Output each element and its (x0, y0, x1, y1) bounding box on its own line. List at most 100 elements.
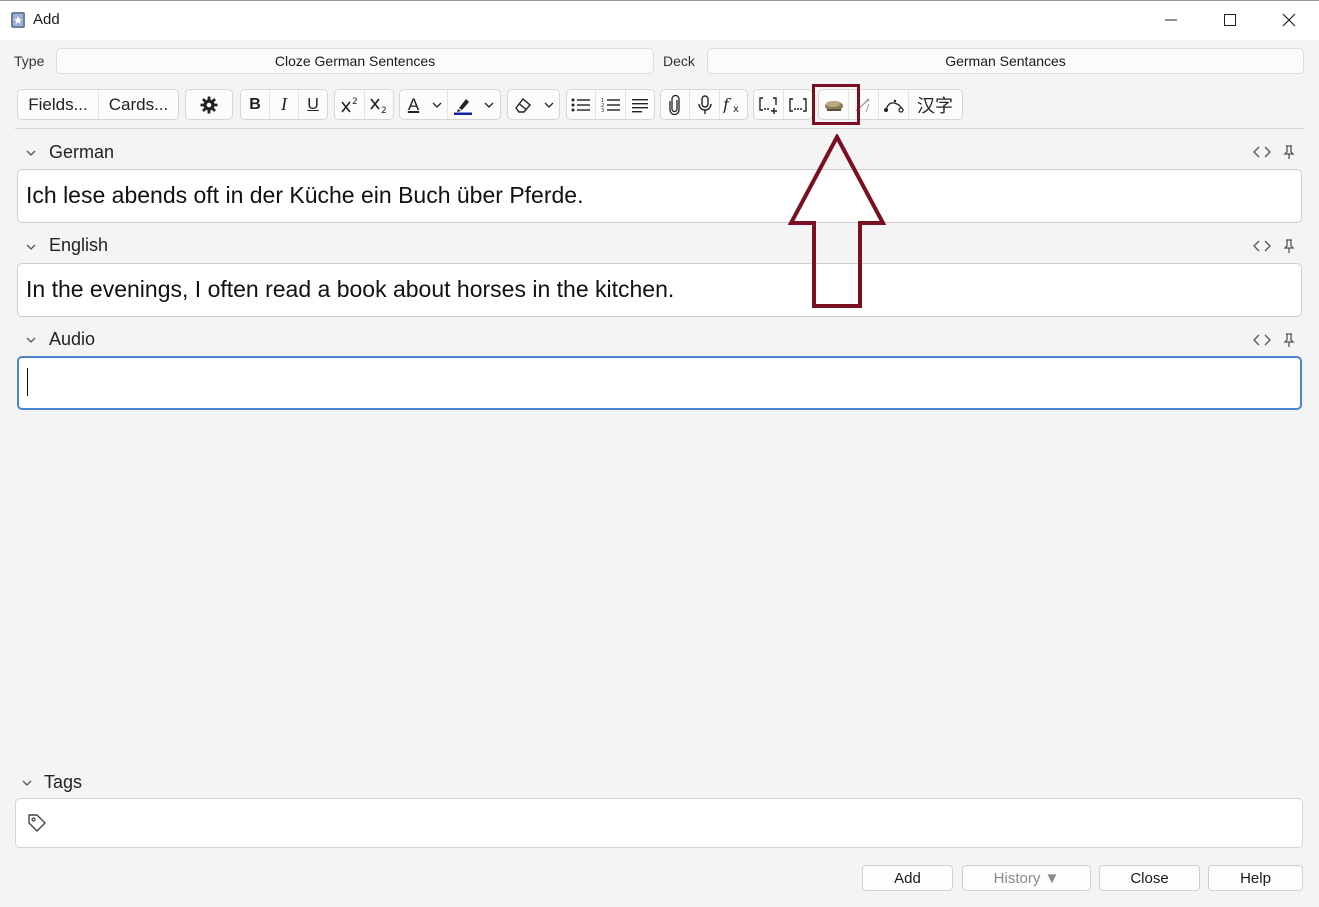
gear-icon (200, 96, 218, 113)
microphone-icon (697, 94, 712, 114)
svg-text:2: 2 (381, 106, 387, 114)
cloze-group (753, 89, 813, 120)
up-arrow-annotation-icon (788, 134, 886, 308)
app-icon (11, 12, 25, 28)
field-label-audio: Audio (49, 329, 96, 349)
list-group: 123 (566, 89, 655, 120)
field-icons-english (1253, 239, 1295, 253)
clear-format-dropdown[interactable] (538, 90, 559, 119)
maximize-icon (1224, 14, 1236, 26)
numbered-list-icon: 123 (601, 98, 620, 113)
highlight-icon (454, 98, 472, 115)
collapse-english-icon[interactable] (25, 242, 37, 252)
html-editor-icon[interactable] (1253, 145, 1271, 159)
cloze-add-icon (758, 96, 777, 114)
eraser-group (507, 89, 560, 120)
color-group: A (399, 89, 501, 120)
highlight-color-dropdown[interactable] (478, 90, 500, 119)
superscript-button[interactable]: 2 (335, 90, 365, 119)
attach-button[interactable] (661, 90, 690, 119)
align-icon (632, 98, 648, 112)
pin-icon[interactable] (1283, 145, 1295, 159)
path-button[interactable] (879, 90, 909, 119)
svg-text:f: f (723, 96, 732, 114)
svg-text:2: 2 (352, 97, 358, 107)
text-style-group: B I U (240, 89, 328, 120)
subscript-button[interactable]: 2 (365, 90, 393, 119)
cloze-same-button[interactable] (784, 90, 812, 119)
paperclip-icon (669, 94, 680, 115)
cloze-icon (789, 97, 807, 112)
svg-text:x: x (733, 104, 739, 114)
tag-icon (28, 814, 46, 832)
collapse-audio-icon[interactable] (25, 335, 37, 345)
cloze-new-button[interactable] (754, 90, 784, 119)
italic-button[interactable]: I (270, 90, 299, 119)
settings-group (185, 89, 233, 120)
field-icons-german (1253, 145, 1295, 159)
clear-format-button[interactable] (508, 90, 538, 119)
cards-button[interactable]: Cards... (99, 90, 178, 119)
field-editor-english[interactable]: In the evenings, I often read a book abo… (17, 263, 1302, 317)
history-button[interactable]: History ▼ (962, 865, 1091, 891)
pin-icon[interactable] (1283, 239, 1295, 253)
text-cursor (27, 368, 28, 396)
bullet-list-button[interactable] (567, 90, 596, 119)
script-group: 2 2 (334, 89, 394, 120)
settings-button[interactable] (186, 90, 232, 119)
bullet-list-icon (571, 98, 590, 111)
formula-button[interactable]: fx (720, 90, 747, 119)
deck-label: Deck (663, 53, 695, 69)
field-editor-german[interactable]: Ich lese abends oft in der Küche ein Buc… (17, 169, 1302, 223)
maximize-button[interactable] (1215, 8, 1245, 32)
superscript-icon: 2 (340, 97, 358, 112)
path-icon (883, 99, 904, 113)
pin-icon[interactable] (1283, 333, 1295, 347)
title-bar: Add (0, 0, 1319, 40)
fields-button[interactable]: Fields... (18, 90, 99, 119)
align-button[interactable] (626, 90, 654, 119)
underline-button[interactable]: U (299, 90, 327, 119)
bold-button[interactable]: B (241, 90, 270, 119)
collapse-german-icon[interactable] (25, 148, 37, 158)
editor-toolbar: Fields... Cards... B I U 2 2 A 1 2 3 f x… (0, 89, 1319, 121)
chevron-down-icon (544, 102, 553, 108)
text-color-button[interactable]: A (400, 90, 427, 119)
close-window-button[interactable] (1274, 8, 1304, 32)
collapse-tags-icon[interactable] (21, 778, 33, 788)
text-color-icon: A (407, 95, 420, 114)
text-color-dropdown[interactable] (427, 90, 448, 119)
minimize-icon (1165, 19, 1177, 21)
fields-cards-group: Fields... Cards... (17, 89, 179, 120)
field-icons-audio (1253, 333, 1295, 347)
tags-label: Tags (44, 772, 83, 792)
numbered-list-button[interactable]: 123 (596, 90, 626, 119)
eraser-icon (515, 97, 531, 113)
help-button[interactable]: Help (1208, 865, 1303, 891)
window-title: Add (33, 11, 60, 28)
html-editor-icon[interactable] (1253, 239, 1271, 253)
svg-text:3: 3 (601, 108, 604, 113)
type-label: Type (14, 53, 45, 69)
cjk-button[interactable]: 汉字 (909, 90, 961, 119)
chevron-down-icon (484, 102, 494, 108)
add-button[interactable]: Add (862, 865, 953, 891)
deck-selector[interactable]: German Sentances (707, 48, 1304, 74)
toolbar-divider (15, 128, 1304, 129)
window-top-border (0, 0, 1319, 1)
html-editor-icon[interactable] (1253, 333, 1271, 347)
highlight-color-button[interactable] (448, 90, 478, 119)
close-button[interactable]: Close (1099, 865, 1200, 891)
minimize-button[interactable] (1156, 8, 1186, 32)
media-group: fx (660, 89, 748, 120)
tags-input[interactable] (15, 798, 1303, 848)
note-type-selector[interactable]: Cloze German Sentences (56, 48, 654, 74)
close-icon (1282, 13, 1296, 27)
record-audio-button[interactable] (690, 90, 720, 119)
formula-icon: fx (723, 96, 739, 114)
highlight-annotation-box (812, 84, 860, 125)
subscript-icon: 2 (370, 98, 387, 114)
field-editor-audio[interactable] (17, 356, 1302, 410)
field-label-german: German (49, 142, 115, 162)
field-label-english: English (49, 235, 109, 255)
